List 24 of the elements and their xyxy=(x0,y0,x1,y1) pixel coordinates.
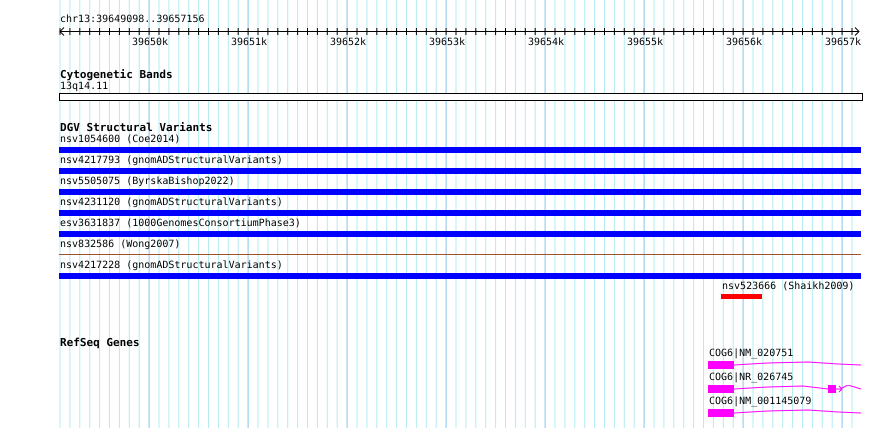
variant-label: nsv832586 (Wong2007) xyxy=(60,239,180,251)
track-title: Cytogenetic Bands xyxy=(60,69,174,81)
track-title: DGV Structural Variants xyxy=(60,122,214,134)
transcript-label: COG6|NR_026745 xyxy=(709,372,794,384)
track-title: RefSeq Genes xyxy=(60,337,140,349)
variant-label: nsv5505075 (ByrskaBishop2022) xyxy=(60,176,235,188)
variant-label: nsv1054600 (Coe2014) xyxy=(60,134,180,146)
ruler-tick-label: 39651k xyxy=(230,37,268,48)
variant-label: nsv4231120 (gnomADStructuralVariants) xyxy=(60,197,283,209)
band-label: 13q14.11 xyxy=(60,81,108,93)
variant-label: nsv523666 (Shaikh2009) xyxy=(722,281,854,293)
ruler-tick-label: 39653k xyxy=(428,37,466,48)
variant-label: nsv4217228 (gnomADStructuralVariants) xyxy=(60,260,283,272)
ruler-tick-label: 39650k xyxy=(132,37,168,48)
transcript-label: COG6|NM_020751 xyxy=(709,348,794,360)
variant-label: esv3631837 (1000GenomesConsortiumPhase3) xyxy=(60,218,301,230)
ruler-tick-label: 39652k xyxy=(330,37,366,48)
ruler-tick-label: 39656k xyxy=(726,37,762,48)
ruler-tick-label: 39657k xyxy=(824,37,861,48)
ruler-tick-label: 39654k xyxy=(528,37,564,48)
location-label: chr13:39649098..39657156 xyxy=(60,14,206,26)
variant-label: nsv4217793 (gnomADStructuralVariants) xyxy=(60,155,283,167)
ruler-tick-label: 39655k xyxy=(626,37,664,48)
transcript-label: COG6|NM_001145079 xyxy=(709,396,812,408)
